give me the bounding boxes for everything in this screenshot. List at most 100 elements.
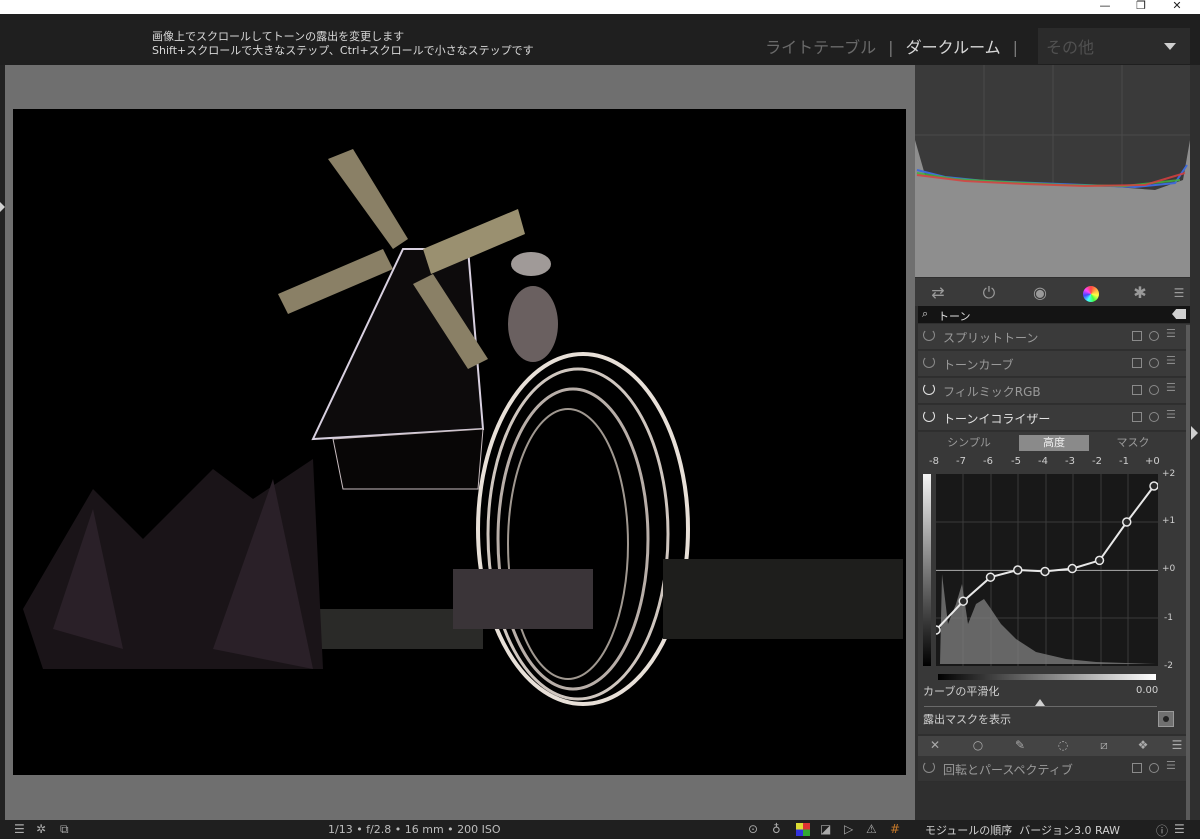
reset-icon[interactable] xyxy=(1149,385,1159,395)
tone-curve-node[interactable] xyxy=(1040,566,1050,577)
view-separator: | xyxy=(888,38,894,57)
window-titlebar: — ❐ ✕ xyxy=(0,0,1200,14)
gradient-icon[interactable]: ⧄ xyxy=(1095,738,1113,753)
overexposed-icon[interactable]: ⚠ xyxy=(866,822,877,836)
presets-icon[interactable] xyxy=(1166,759,1177,773)
ev-label: +0 xyxy=(1145,456,1160,467)
presets-icon[interactable] xyxy=(1166,354,1177,368)
aperture-icon[interactable]: ◉ xyxy=(1029,282,1051,304)
module-order: モジュールの順序 バージョン3.0 RAW xyxy=(925,822,1120,838)
photo-preview[interactable] xyxy=(13,109,906,775)
duplicate-icon[interactable]: ⧉ xyxy=(60,822,69,837)
close-icon[interactable]: ✕ xyxy=(926,738,944,752)
ev-label: -7 xyxy=(956,456,966,467)
power-icon[interactable] xyxy=(923,410,935,422)
photo-image xyxy=(13,109,906,775)
hamburger-icon[interactable]: ☰ xyxy=(1168,282,1190,304)
module-filmic-rgb[interactable]: フィルミックRGB xyxy=(918,378,1190,404)
view-other-dropdown[interactable]: その他 xyxy=(1038,28,1190,64)
reset-icon[interactable] xyxy=(1149,358,1159,368)
hamburger-icon[interactable]: ☰ xyxy=(1174,822,1185,836)
raster-icon[interactable]: ❖ xyxy=(1134,738,1152,752)
effects-icon[interactable]: ✱ xyxy=(1129,282,1151,304)
module-tone-curve[interactable]: トーンカーブ xyxy=(918,351,1190,377)
bulb-icon[interactable]: ♁ xyxy=(772,822,781,836)
module-name: トーンイコライザー xyxy=(943,412,1051,426)
tone-curve-node[interactable] xyxy=(1013,565,1023,575)
view-lighttable[interactable]: ライトテーブル xyxy=(765,38,876,57)
power-icon[interactable] xyxy=(923,329,935,341)
exif-info: 1/13 • f/2.8 • 16 mm • 200 ISO xyxy=(328,823,501,836)
power-icon[interactable] xyxy=(923,356,935,368)
reset-icon[interactable] xyxy=(1149,412,1159,422)
module-split-toning[interactable]: スプリットトーン xyxy=(918,324,1190,350)
module-search[interactable]: ⌕ トーン xyxy=(918,306,1190,323)
sliders-icon[interactable]: ⇄ xyxy=(927,282,949,304)
focus-peaking-icon[interactable]: ⊙ xyxy=(748,822,758,836)
path-icon[interactable]: ◌ xyxy=(1054,738,1072,752)
tab-simple[interactable]: シンプル xyxy=(934,435,1004,451)
y-label: +1 xyxy=(1162,516,1176,526)
copy-icon[interactable] xyxy=(1132,763,1142,773)
y-label: -2 xyxy=(1164,661,1173,671)
right-panel-toggle-icon[interactable] xyxy=(1191,426,1198,440)
header-bar: 画像上でスクロールしてトーンの露出を変更します Shift+スクロールで大きなス… xyxy=(0,14,1200,65)
tone-equalizer-graph[interactable] xyxy=(931,474,1159,666)
tone-curve-node[interactable] xyxy=(931,625,941,635)
presets-icon[interactable] xyxy=(1166,408,1177,422)
presets-icon[interactable] xyxy=(1166,327,1177,341)
tone-curve-node[interactable] xyxy=(1067,563,1077,574)
module-order-value[interactable]: バージョン3.0 RAW xyxy=(1019,824,1120,837)
restore-icon[interactable]: ❐ xyxy=(1126,0,1156,14)
view-other-label: その他 xyxy=(1046,38,1095,57)
view-darkroom[interactable]: ダークルーム xyxy=(906,38,1001,57)
module-rotate-perspective[interactable]: 回転とパースペクティブ xyxy=(918,756,1190,782)
tone-curve-node[interactable] xyxy=(1149,481,1159,491)
copy-icon[interactable] xyxy=(1132,412,1142,422)
presets-icon[interactable] xyxy=(1166,381,1177,395)
search-icon: ⌕ xyxy=(922,307,929,320)
right-panel-scrollbar[interactable] xyxy=(1186,325,1190,820)
module-tone-equalizer[interactable]: トーンイコライザー xyxy=(918,405,1190,431)
smoothing-slider-track[interactable] xyxy=(938,674,1156,680)
tone-curve-svg xyxy=(931,474,1159,666)
search-input[interactable]: トーン xyxy=(938,308,970,324)
tone-curve-node[interactable] xyxy=(985,572,996,582)
power-icon[interactable] xyxy=(923,383,935,395)
tone-curve-node[interactable] xyxy=(1122,517,1132,527)
show-mask-toggle[interactable] xyxy=(1158,711,1174,727)
info-icon[interactable]: ⓘ xyxy=(1156,822,1168,839)
reset-icon[interactable] xyxy=(1149,331,1159,341)
copy-icon[interactable] xyxy=(1132,358,1142,368)
power-icon[interactable]: ⏻ xyxy=(978,282,1000,304)
histogram[interactable] xyxy=(915,65,1190,277)
hint-line-2: Shift+スクロールで大きなステップ、Ctrl+スクロールで小さなステップです xyxy=(152,44,534,57)
copy-icon[interactable] xyxy=(1132,385,1142,395)
view-switcher: ライトテーブル | ダークルーム | xyxy=(765,34,1030,58)
brush-icon[interactable]: ✎ xyxy=(1011,738,1029,752)
raw-overexposed-icon[interactable]: # xyxy=(890,822,900,836)
slider-handle-icon[interactable] xyxy=(1035,699,1045,706)
tone-curve-node[interactable] xyxy=(1094,555,1105,566)
tab-advanced[interactable]: 高度 xyxy=(1019,435,1089,451)
circle-mask-icon[interactable]: ○ xyxy=(969,738,987,752)
hamburger-icon[interactable]: ☰ xyxy=(1168,738,1186,752)
smoothing-value[interactable]: 0.00 xyxy=(1136,685,1158,696)
softproof-icon[interactable] xyxy=(796,823,810,836)
clear-search-icon[interactable] xyxy=(1172,309,1186,319)
color-wheel-icon[interactable] xyxy=(1080,282,1102,304)
minimize-icon[interactable]: — xyxy=(1090,0,1120,14)
view-separator: | xyxy=(1012,38,1018,57)
close-icon[interactable]: ✕ xyxy=(1162,0,1192,14)
reset-icon[interactable] xyxy=(1149,763,1159,773)
styles-icon[interactable]: ✲ xyxy=(36,822,46,836)
copy-icon[interactable] xyxy=(1132,331,1142,341)
ev-label: -8 xyxy=(929,456,939,467)
power-icon[interactable] xyxy=(923,761,935,773)
tone-curve-node[interactable] xyxy=(958,596,968,606)
y-label: +0 xyxy=(1162,564,1176,574)
hamburger-icon[interactable]: ☰ xyxy=(14,822,25,836)
gamut-check-icon[interactable]: ◪ xyxy=(820,822,831,836)
guides-icon[interactable]: ▷ xyxy=(844,822,853,836)
tab-mask[interactable]: マスク xyxy=(1098,435,1168,451)
